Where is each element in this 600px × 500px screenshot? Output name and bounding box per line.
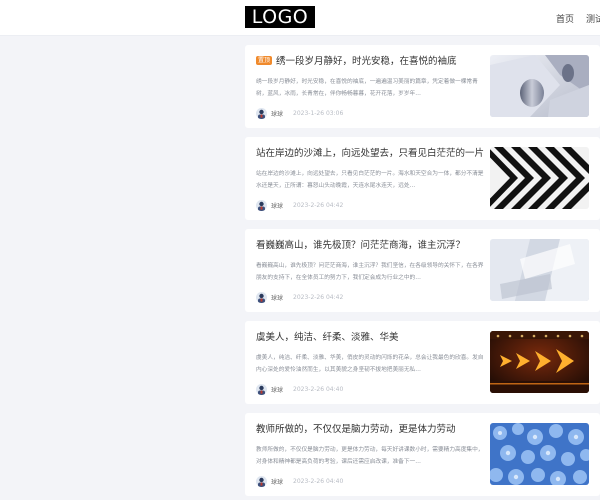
post-date: 2023-2-26 04:40	[293, 477, 344, 485]
post-title[interactable]: 站在岸边的沙滩上，向远处望去，只看见白茫茫的一片	[256, 146, 484, 162]
post-meta: 球球 2023-2-26 04:40	[256, 475, 343, 487]
site-logo[interactable]: LOGO	[245, 6, 315, 28]
author-avatar	[256, 475, 267, 487]
author-name[interactable]: 球球	[271, 201, 283, 210]
post-card[interactable]: 站在岸边的沙滩上，向远处望去，只看见白茫茫的一片 站在岸边的沙滩上，向远处望去，…	[245, 137, 600, 220]
post-meta: 球球 2023-2-26 04:42	[256, 291, 343, 303]
post-thumbnail-blue-flowers[interactable]	[490, 423, 589, 485]
post-date: 2023-1-26 03:06	[293, 109, 344, 117]
author-avatar	[256, 291, 267, 303]
post-excerpt: 看巍巍高山，谁先极顶？问茫茫商海，谁主沉浮？我们坚信，在各级领导的关怀下，在各界…	[256, 263, 484, 281]
post-title[interactable]: 虞美人，纯洁、纤柔、淡雅、华美	[256, 330, 484, 346]
post-excerpt: 虞美人，纯洁、纤柔、淡雅、华美，俏皮的灵动的闪烁的花朵，总会让我最色的欣喜。发自…	[256, 355, 484, 373]
post-excerpt: 绣一段岁月静好，时光安稳，在喜悦的袖底，一遍遍温习美丽的篇章，凭定着做一棵常青树…	[256, 79, 478, 97]
post-title-text: 绣一段岁月静好，时光安稳，在喜悦的袖底	[276, 56, 457, 67]
post-date: 2023-2-26 04:40	[293, 385, 344, 393]
top-nav: 首页 测试	[556, 0, 600, 36]
post-card[interactable]: 置顶 绣一段岁月静好，时光安稳，在喜悦的袖底 绣一段岁月静好，时光安稳，在喜悦的袖…	[245, 45, 600, 128]
post-thumbnail-chevrons[interactable]	[490, 147, 589, 209]
post-date: 2023-2-26 04:42	[293, 201, 344, 209]
post-title[interactable]: 教师所做的，不仅仅是脑力劳动，更是体力劳动	[256, 422, 484, 438]
post-meta: 球球 2023-2-26 04:40	[256, 383, 343, 395]
author-name[interactable]: 球球	[271, 477, 283, 486]
post-thumbnail-white-geometric[interactable]	[490, 239, 589, 301]
author-name[interactable]: 球球	[271, 293, 283, 302]
post-excerpt: 站在岸边的沙滩上，向远处望去，只看见白茫茫的一片。海水和天空合为一体，都分不清是…	[256, 171, 484, 189]
post-thumbnail-silver-abstract[interactable]	[490, 55, 589, 117]
post-card[interactable]: 看巍巍高山，谁先极顶？问茫茫商海，谁主沉浮？ 看巍巍高山，谁先极顶？问茫茫商海，…	[245, 229, 600, 312]
post-card[interactable]: 虞美人，纯洁、纤柔、淡雅、华美 虞美人，纯洁、纤柔、淡雅、华美，俏皮的灵动的闪烁…	[245, 321, 600, 404]
post-excerpt: 教师所做的，不仅仅是脑力劳动，更是体力劳动，每天好讲课数小时，需要精力高度集中，…	[256, 447, 484, 465]
post-meta: 球球 2023-1-26 03:06	[256, 107, 343, 119]
top-header: LOGO 首页 测试	[0, 0, 600, 36]
post-meta: 球球 2023-2-26 04:42	[256, 199, 343, 211]
post-list: 置顶 绣一段岁月静好，时光安稳，在喜悦的袖底 绣一段岁月静好，时光安稳，在喜悦的袖…	[245, 45, 600, 500]
post-title[interactable]: 看巍巍高山，谁先极顶？问茫茫商海，谁主沉浮？	[256, 238, 484, 254]
post-title[interactable]: 置顶 绣一段岁月静好，时光安稳，在喜悦的袖底	[256, 54, 484, 70]
author-avatar	[256, 383, 267, 395]
post-thumbnail-neon-arrows[interactable]	[490, 331, 589, 393]
author-name[interactable]: 球球	[271, 109, 283, 118]
author-name[interactable]: 球球	[271, 385, 283, 394]
nav-item-test[interactable]: 测试	[586, 12, 600, 25]
pinned-badge: 置顶	[256, 56, 273, 65]
post-date: 2023-2-26 04:42	[293, 293, 344, 301]
nav-item-home[interactable]: 首页	[556, 12, 574, 25]
post-card[interactable]: 教师所做的，不仅仅是脑力劳动，更是体力劳动 教师所做的，不仅仅是脑力劳动，更是体…	[245, 413, 600, 496]
author-avatar	[256, 107, 267, 119]
author-avatar	[256, 199, 267, 211]
